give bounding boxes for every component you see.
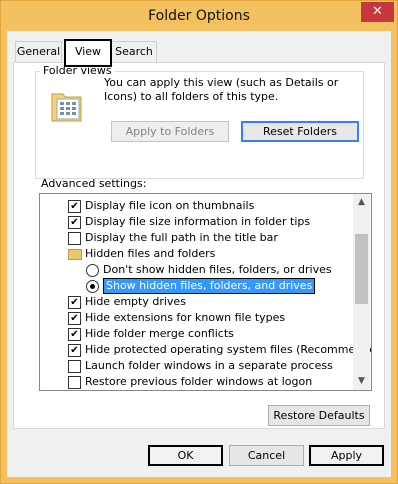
- setting-label: Hide empty drives: [85, 295, 186, 308]
- setting-checkbox-row[interactable]: ✔ Hide empty drives: [40, 294, 352, 310]
- unchecked-checkbox-icon[interactable]: [68, 376, 81, 389]
- setting-checkbox-row[interactable]: ✔ Display file icon on thumbnails: [40, 198, 352, 214]
- advanced-settings-label: Advanced settings:: [41, 177, 147, 190]
- setting-checkbox-row[interactable]: ✔ Hide folder merge conflicts: [40, 326, 352, 342]
- window-title: Folder Options: [148, 8, 250, 24]
- setting-label: Display file size information in folder …: [85, 215, 311, 228]
- title-bar[interactable]: Folder Options ✕: [1, 1, 397, 31]
- folder-views-description: You can apply this view (such as Details…: [104, 76, 339, 103]
- setting-label: Display file icon on thumbnails: [85, 199, 255, 212]
- folder-options-window: Folder Options ✕ General View Search Fol…: [0, 0, 398, 484]
- folder-views-icon: [51, 93, 82, 122]
- radio-dot: [90, 284, 95, 289]
- scroll-down-icon[interactable]: ▼: [353, 373, 370, 390]
- setting-checkbox-row[interactable]: ✔ Display file size information in folder…: [40, 214, 352, 230]
- group-header-label: Hidden files and folders: [85, 247, 216, 260]
- checked-checkbox-icon[interactable]: ✔: [68, 344, 81, 357]
- tab-search-label: Search: [115, 45, 153, 58]
- setting-checkbox-row[interactable]: Restore previous folder windows at logon: [40, 374, 352, 390]
- setting-label: Hide extensions for known file types: [85, 311, 286, 324]
- apply-to-folders-button[interactable]: Apply to Folders: [111, 121, 229, 142]
- checked-checkbox-icon[interactable]: ✔: [68, 216, 81, 229]
- ok-button[interactable]: OK: [148, 445, 223, 466]
- setting-checkbox-row[interactable]: ✔ Hide extensions for known file types: [40, 310, 352, 326]
- setting-radio-row[interactable]: Show hidden files, folders, and drives: [40, 278, 352, 294]
- apply-button[interactable]: Apply: [309, 445, 384, 466]
- dialog-client-area: General View Search Folder views You can…: [7, 31, 391, 477]
- tab-general-label: General: [16, 45, 61, 58]
- close-icon: ✕: [372, 4, 383, 19]
- setting-label: Don't show hidden files, folders, or dri…: [103, 263, 332, 276]
- setting-label: Display the full path in the title bar: [85, 231, 278, 244]
- vertical-scrollbar[interactable]: ▲ ▼: [353, 194, 370, 390]
- unchecked-checkbox-icon[interactable]: [68, 360, 81, 373]
- scroll-up-icon[interactable]: ▲: [353, 194, 370, 211]
- reset-folders-button[interactable]: Reset Folders: [241, 121, 359, 142]
- restore-defaults-button[interactable]: Restore Defaults: [268, 405, 370, 426]
- setting-checkbox-row[interactable]: ✔ Hide protected operating system files (…: [40, 342, 371, 358]
- setting-label: Launch folder windows in a separate proc…: [85, 359, 333, 372]
- unselected-radio-icon[interactable]: [86, 264, 99, 277]
- close-button[interactable]: ✕: [361, 2, 394, 22]
- setting-label: Hide folder merge conflicts: [85, 327, 234, 340]
- checked-checkbox-icon[interactable]: ✔: [68, 312, 81, 325]
- unchecked-checkbox-icon[interactable]: [68, 232, 81, 245]
- folder-icon: [68, 249, 82, 260]
- setting-label: Show hidden files, folders, and drives: [103, 278, 316, 294]
- cancel-button[interactable]: Cancel: [229, 445, 304, 466]
- selected-radio-icon[interactable]: [86, 280, 99, 293]
- scroll-thumb[interactable]: [355, 234, 368, 304]
- view-tab-panel: Folder views You can apply this view (su…: [13, 62, 385, 429]
- checked-checkbox-icon[interactable]: ✔: [68, 328, 81, 341]
- checked-checkbox-icon[interactable]: ✔: [68, 200, 81, 213]
- setting-label: Hide protected operating system files (R…: [85, 343, 372, 356]
- tab-view[interactable]: View: [64, 39, 112, 67]
- tab-search[interactable]: Search: [111, 41, 157, 62]
- setting-group-header: Hidden files and folders: [40, 246, 352, 262]
- advanced-settings-list[interactable]: ✔ Display file icon on thumbnails ✔ Display…: [39, 193, 372, 391]
- tab-general[interactable]: General: [15, 41, 62, 62]
- setting-label: Restore previous folder windows at logon: [85, 375, 313, 388]
- checked-checkbox-icon[interactable]: ✔: [68, 296, 81, 309]
- tab-view-label: View: [74, 45, 102, 58]
- setting-checkbox-row[interactable]: Display the full path in the title bar: [40, 230, 352, 246]
- setting-checkbox-row[interactable]: Launch folder windows in a separate proc…: [40, 358, 352, 374]
- setting-radio-row[interactable]: Don't show hidden files, folders, or dri…: [40, 262, 352, 278]
